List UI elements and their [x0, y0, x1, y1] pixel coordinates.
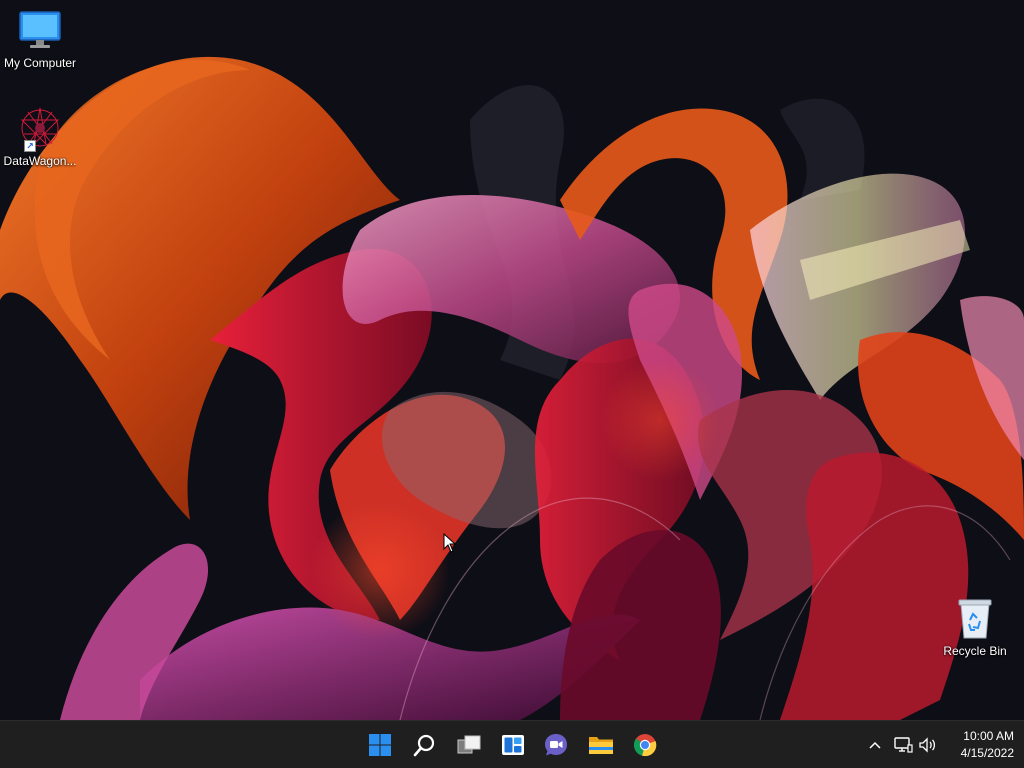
desktop-icon-my-computer[interactable]: My Computer — [0, 6, 80, 70]
taskbar-clock[interactable]: 10:00 AM 4/15/2022 — [944, 727, 1014, 763]
volume-button[interactable] — [917, 733, 939, 757]
widgets-icon — [502, 735, 524, 755]
network-icon — [894, 737, 913, 753]
folder-icon — [589, 737, 613, 754]
task-view-icon — [457, 735, 481, 754]
desktop-icon-label: Recycle Bin — [943, 644, 1007, 658]
network-button[interactable] — [892, 733, 914, 757]
desktop-icon-recycle-bin[interactable]: Recycle Bin — [935, 594, 1015, 658]
desktop[interactable]: My Computer ↗ DataWagon... Recycle Bin — [0, 0, 1024, 720]
search-button[interactable] — [407, 727, 443, 763]
monitor-icon — [16, 6, 64, 54]
start-button[interactable] — [362, 727, 398, 763]
show-hidden-icons-button[interactable] — [864, 733, 886, 757]
clock-time: 10:00 AM — [963, 729, 1014, 743]
desktop-icon-label: My Computer — [3, 56, 77, 70]
desktop-icon-label: DataWagon... — [3, 154, 77, 168]
volume-icon — [919, 737, 936, 753]
datawagon-logo-icon: ↗ — [16, 104, 64, 152]
chevron-up-icon — [869, 741, 881, 749]
chrome-icon — [633, 734, 657, 757]
recycle-bin-icon — [951, 594, 999, 642]
widgets-button[interactable] — [495, 727, 531, 763]
taskbar: 10:00 AM 4/15/2022 — [0, 720, 1024, 768]
task-view-button[interactable] — [451, 727, 487, 763]
desktop-icon-datawagon[interactable]: ↗ DataWagon... — [0, 104, 80, 168]
clock-date: 4/15/2022 — [960, 746, 1014, 760]
mouse-cursor-icon — [443, 533, 457, 553]
chat-button[interactable] — [538, 727, 574, 763]
search-icon — [413, 734, 435, 757]
chrome-button[interactable] — [627, 727, 663, 763]
shortcut-arrow-icon: ↗ — [24, 140, 36, 152]
file-explorer-button[interactable] — [583, 727, 619, 763]
windows-logo-icon — [369, 734, 391, 756]
teams-chat-icon — [545, 734, 567, 756]
wallpaper-bloom — [0, 0, 1024, 720]
